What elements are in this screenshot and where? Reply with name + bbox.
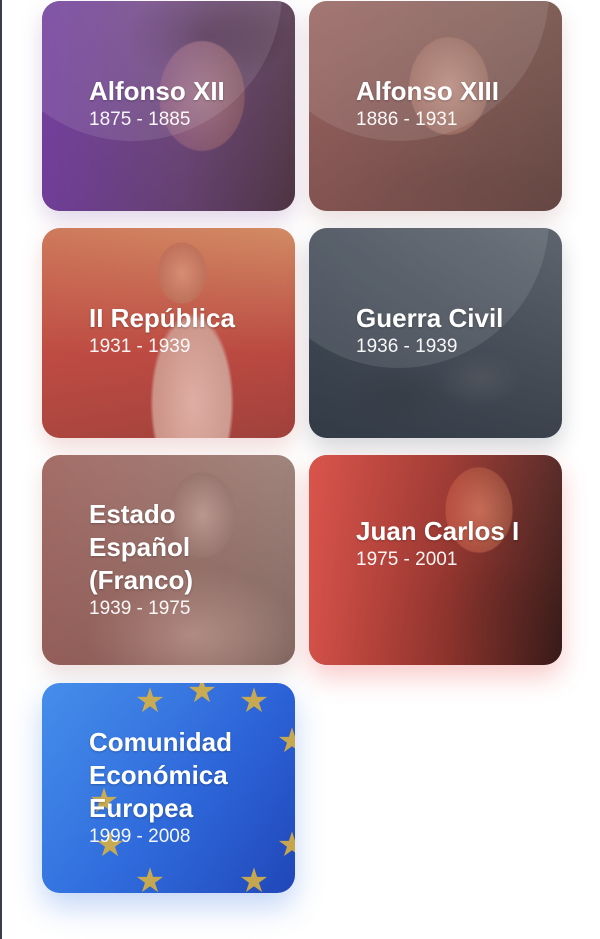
card-years: 1999 - 2008 xyxy=(89,826,191,847)
star-icon: ★ xyxy=(238,862,270,893)
period-card-alfonso-xiii[interactable]: Alfonso XIII 1886 - 1931 xyxy=(309,1,562,211)
period-card-alfonso-xii[interactable]: Alfonso XII 1875 - 1885 xyxy=(42,1,295,211)
card-title: Guerra Civil xyxy=(356,303,504,333)
period-grid: Alfonso XII 1875 - 1885 Alfonso XIII 188… xyxy=(0,0,600,939)
card-years: 1975 - 2001 xyxy=(356,549,458,570)
card-years: 1939 - 1975 xyxy=(89,598,191,619)
card-years: 1931 - 1939 xyxy=(89,336,191,357)
card-title: Alfonso XIII xyxy=(356,76,499,106)
card-years: 1936 - 1939 xyxy=(356,336,458,357)
star-icon: ★ xyxy=(276,722,295,760)
card-title: Juan Carlos I xyxy=(356,516,520,546)
period-card-guerra-civil[interactable]: Guerra Civil 1936 - 1939 xyxy=(309,228,562,438)
star-icon: ★ xyxy=(276,826,295,864)
card-title: Comunidad Económica Europea xyxy=(89,727,232,823)
star-icon: ★ xyxy=(238,683,270,720)
star-icon: ★ xyxy=(186,683,218,710)
period-card-ii-republica[interactable]: II República 1931 - 1939 xyxy=(42,228,295,438)
card-title: Estado Español (Franco) xyxy=(89,499,193,595)
star-icon: ★ xyxy=(134,683,166,720)
period-card-estado-espanol[interactable]: Estado Español (Franco) 1939 - 1975 xyxy=(42,455,295,665)
card-years: 1886 - 1931 xyxy=(356,109,458,130)
period-card-cee[interactable]: ★ ★ ★ ★ ★ ★ ★ ★ ★ Comunidad Económica Eu… xyxy=(42,683,295,893)
card-years: 1875 - 1885 xyxy=(89,109,191,130)
card-title: Alfonso XII xyxy=(89,76,225,106)
period-card-juan-carlos-i[interactable]: Juan Carlos I 1975 - 2001 xyxy=(309,455,562,665)
card-title: II República xyxy=(89,303,235,333)
star-icon: ★ xyxy=(134,862,166,893)
